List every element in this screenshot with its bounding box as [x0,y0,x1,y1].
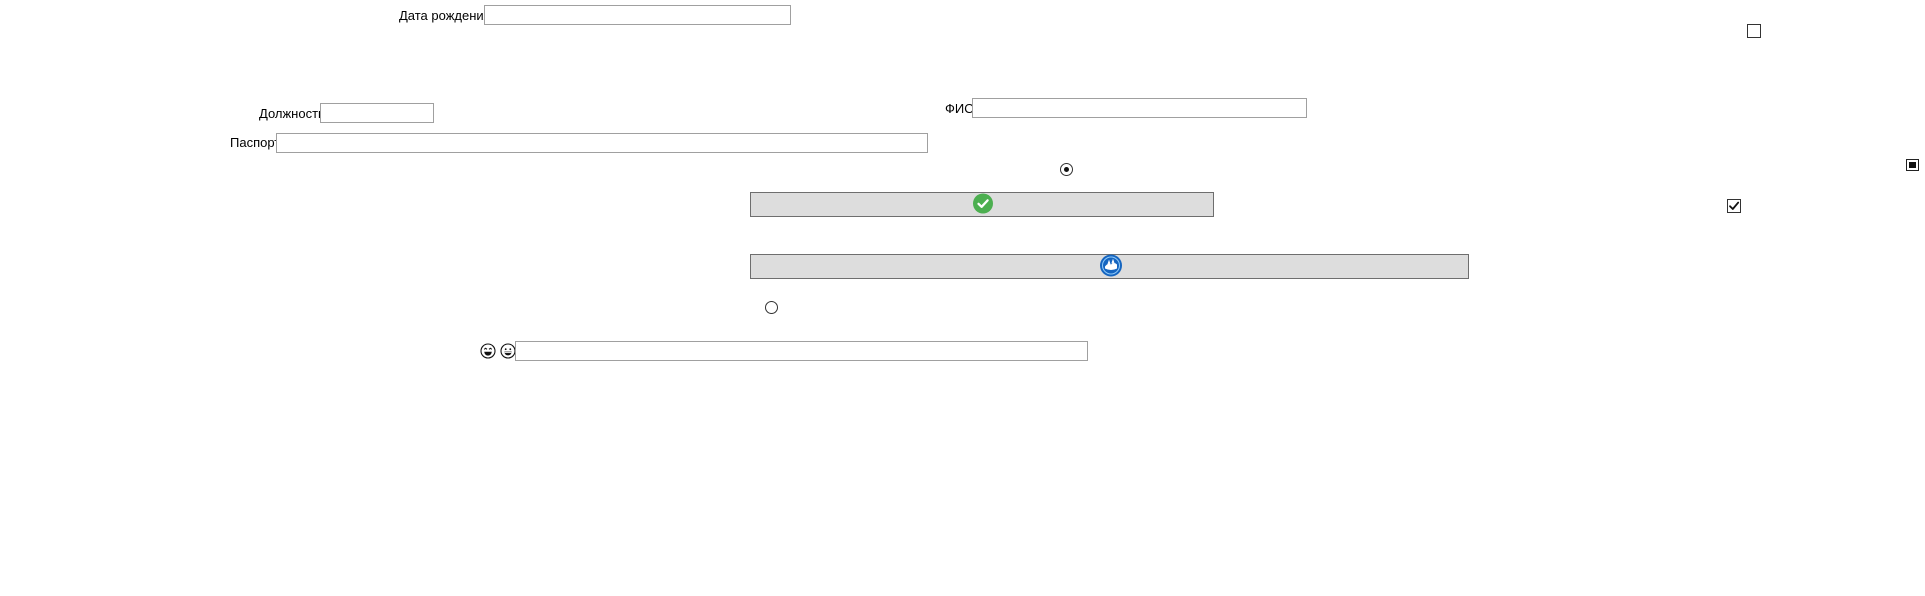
birth-date-label: Дата рождения [399,8,491,23]
confirm-button[interactable] [750,192,1214,217]
checkmark-icon [1729,201,1740,210]
radio-option-selected[interactable] [1060,163,1073,176]
position-field[interactable] [320,103,434,123]
top-checkbox[interactable] [1747,24,1761,38]
passport-field[interactable] [276,133,928,153]
check-circle-icon [973,193,993,216]
passport-label: Паспорт [230,135,281,150]
grinning-face-icon [500,343,516,359]
right-checkbox[interactable] [1727,199,1741,213]
fio-label: ФИО [945,101,975,116]
radio-dot [1064,167,1069,172]
small-window-icon[interactable] [1906,159,1919,171]
blue-round-icon [1100,254,1122,279]
action-button[interactable] [750,254,1469,279]
text-input-field[interactable] [515,341,1088,361]
fio-field[interactable] [972,98,1307,118]
position-label: Должность [259,106,325,121]
laughing-face-icon [480,343,496,359]
form-window: Дата рождения ФИО Должность Паспорт [0,0,1925,596]
birth-date-field[interactable] [484,5,791,25]
radio-option-unselected[interactable] [765,301,778,314]
